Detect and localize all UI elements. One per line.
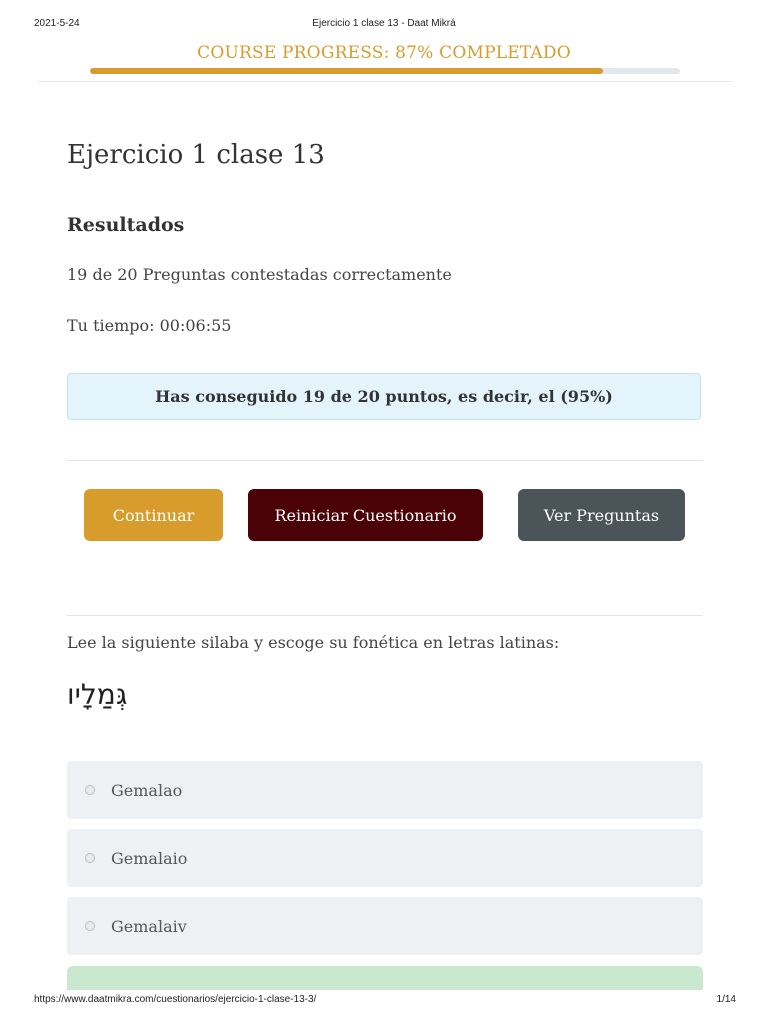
course-progress-label: COURSE PROGRESS: 87% COMPLETADO <box>197 43 571 63</box>
print-footer: https://www.daatmikra.com/cuestionarios/… <box>0 994 768 1008</box>
page-title: Ejercicio 1 clase 13 <box>67 140 325 170</box>
header-divider <box>38 81 732 82</box>
answer-option[interactable]: Gemalaio <box>67 829 703 887</box>
print-header: 2021-5-24 Ejercicio 1 clase 13 - Daat Mi… <box>0 18 768 32</box>
continue-button[interactable]: Continuar <box>84 489 223 541</box>
question-prompt: Lee la siguiente silaba y escoge su foné… <box>67 633 560 652</box>
radio-button[interactable] <box>85 853 95 863</box>
print-page-title: Ejercicio 1 clase 13 - Daat Mikrá <box>312 18 456 29</box>
divider <box>67 460 703 461</box>
course-progress-bar <box>90 68 680 74</box>
results-heading: Resultados <box>67 214 185 236</box>
divider <box>67 615 703 616</box>
correct-answer-option[interactable] <box>67 966 703 990</box>
points-summary-text: Has conseguido 19 de 20 puntos, es decir… <box>155 387 613 406</box>
print-url: https://www.daatmikra.com/cuestionarios/… <box>34 994 317 1005</box>
points-summary-box: Has conseguido 19 de 20 puntos, es decir… <box>67 373 701 420</box>
correct-answers-count: 19 de 20 Preguntas contestadas correctam… <box>67 265 452 284</box>
radio-button[interactable] <box>85 921 95 931</box>
answer-option[interactable]: Gemalaiv <box>67 897 703 955</box>
hebrew-word: גְּמַלָיו <box>67 678 128 711</box>
radio-button[interactable] <box>85 785 95 795</box>
time-taken: Tu tiempo: 00:06:55 <box>67 316 232 335</box>
answer-option-label: Gemalaio <box>111 848 188 868</box>
answer-option-label: Gemalao <box>111 780 183 800</box>
restart-quiz-button[interactable]: Reiniciar Cuestionario <box>248 489 483 541</box>
page-count: 1/14 <box>716 994 736 1005</box>
answer-option[interactable]: Gemalao <box>67 761 703 819</box>
answer-option-label: Gemalaiv <box>111 916 187 936</box>
view-questions-button[interactable]: Ver Preguntas <box>518 489 685 541</box>
course-progress-fill <box>90 68 604 74</box>
